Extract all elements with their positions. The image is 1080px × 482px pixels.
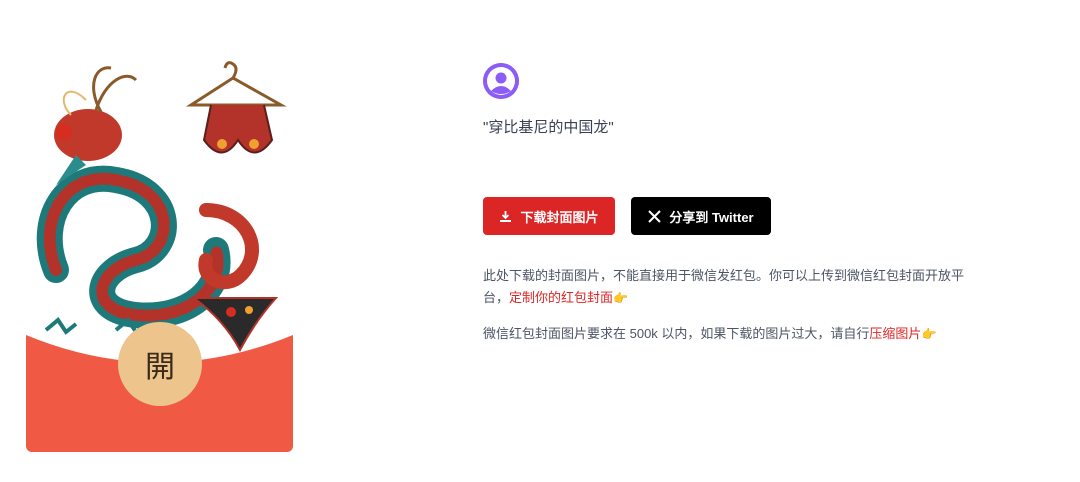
compress-image-link[interactable]: 压缩图片 bbox=[869, 326, 921, 341]
pointing-hand-icon: 👉 bbox=[921, 327, 937, 341]
usage-note: 此处下载的封面图片，不能直接用于微信发红包。你可以上传到微信红包封面开放平台，定… bbox=[483, 265, 983, 309]
customize-envelope-link[interactable]: 定制你的红包封面 bbox=[509, 290, 613, 305]
size-note-text: 微信红包封面图片要求在 500k 以内，如果下载的图片过大，请自行 bbox=[483, 326, 870, 341]
user-avatar-icon bbox=[483, 63, 519, 99]
dragon-coil-teal bbox=[36, 165, 231, 329]
clothes-hanger bbox=[185, 61, 287, 107]
dragon-nose bbox=[56, 124, 72, 140]
size-note: 微信红包封面图片要求在 500k 以内，如果下载的图片过大，请自行压缩图片👉 bbox=[483, 323, 983, 345]
open-seal: 開 bbox=[118, 322, 202, 406]
twitter-button-label: 分享到 Twitter bbox=[669, 209, 754, 225]
share-twitter-button[interactable]: 分享到 Twitter bbox=[631, 197, 771, 235]
dragon-horns bbox=[92, 66, 138, 113]
dragon-claw-left bbox=[44, 317, 78, 335]
bikini-bottom bbox=[190, 297, 279, 353]
x-logo-icon bbox=[648, 209, 662, 223]
red-envelope-cover-image: 開 bbox=[26, 60, 293, 452]
cover-title: "穿比基尼的中国龙" bbox=[483, 119, 614, 136]
pointing-hand-icon: 👉 bbox=[613, 291, 628, 305]
download-icon bbox=[499, 210, 512, 223]
bikini-top bbox=[202, 104, 274, 154]
download-button-label: 下载封面图片 bbox=[520, 209, 599, 225]
download-cover-button[interactable]: 下载封面图片 bbox=[483, 197, 615, 235]
avatar[interactable] bbox=[483, 63, 519, 99]
